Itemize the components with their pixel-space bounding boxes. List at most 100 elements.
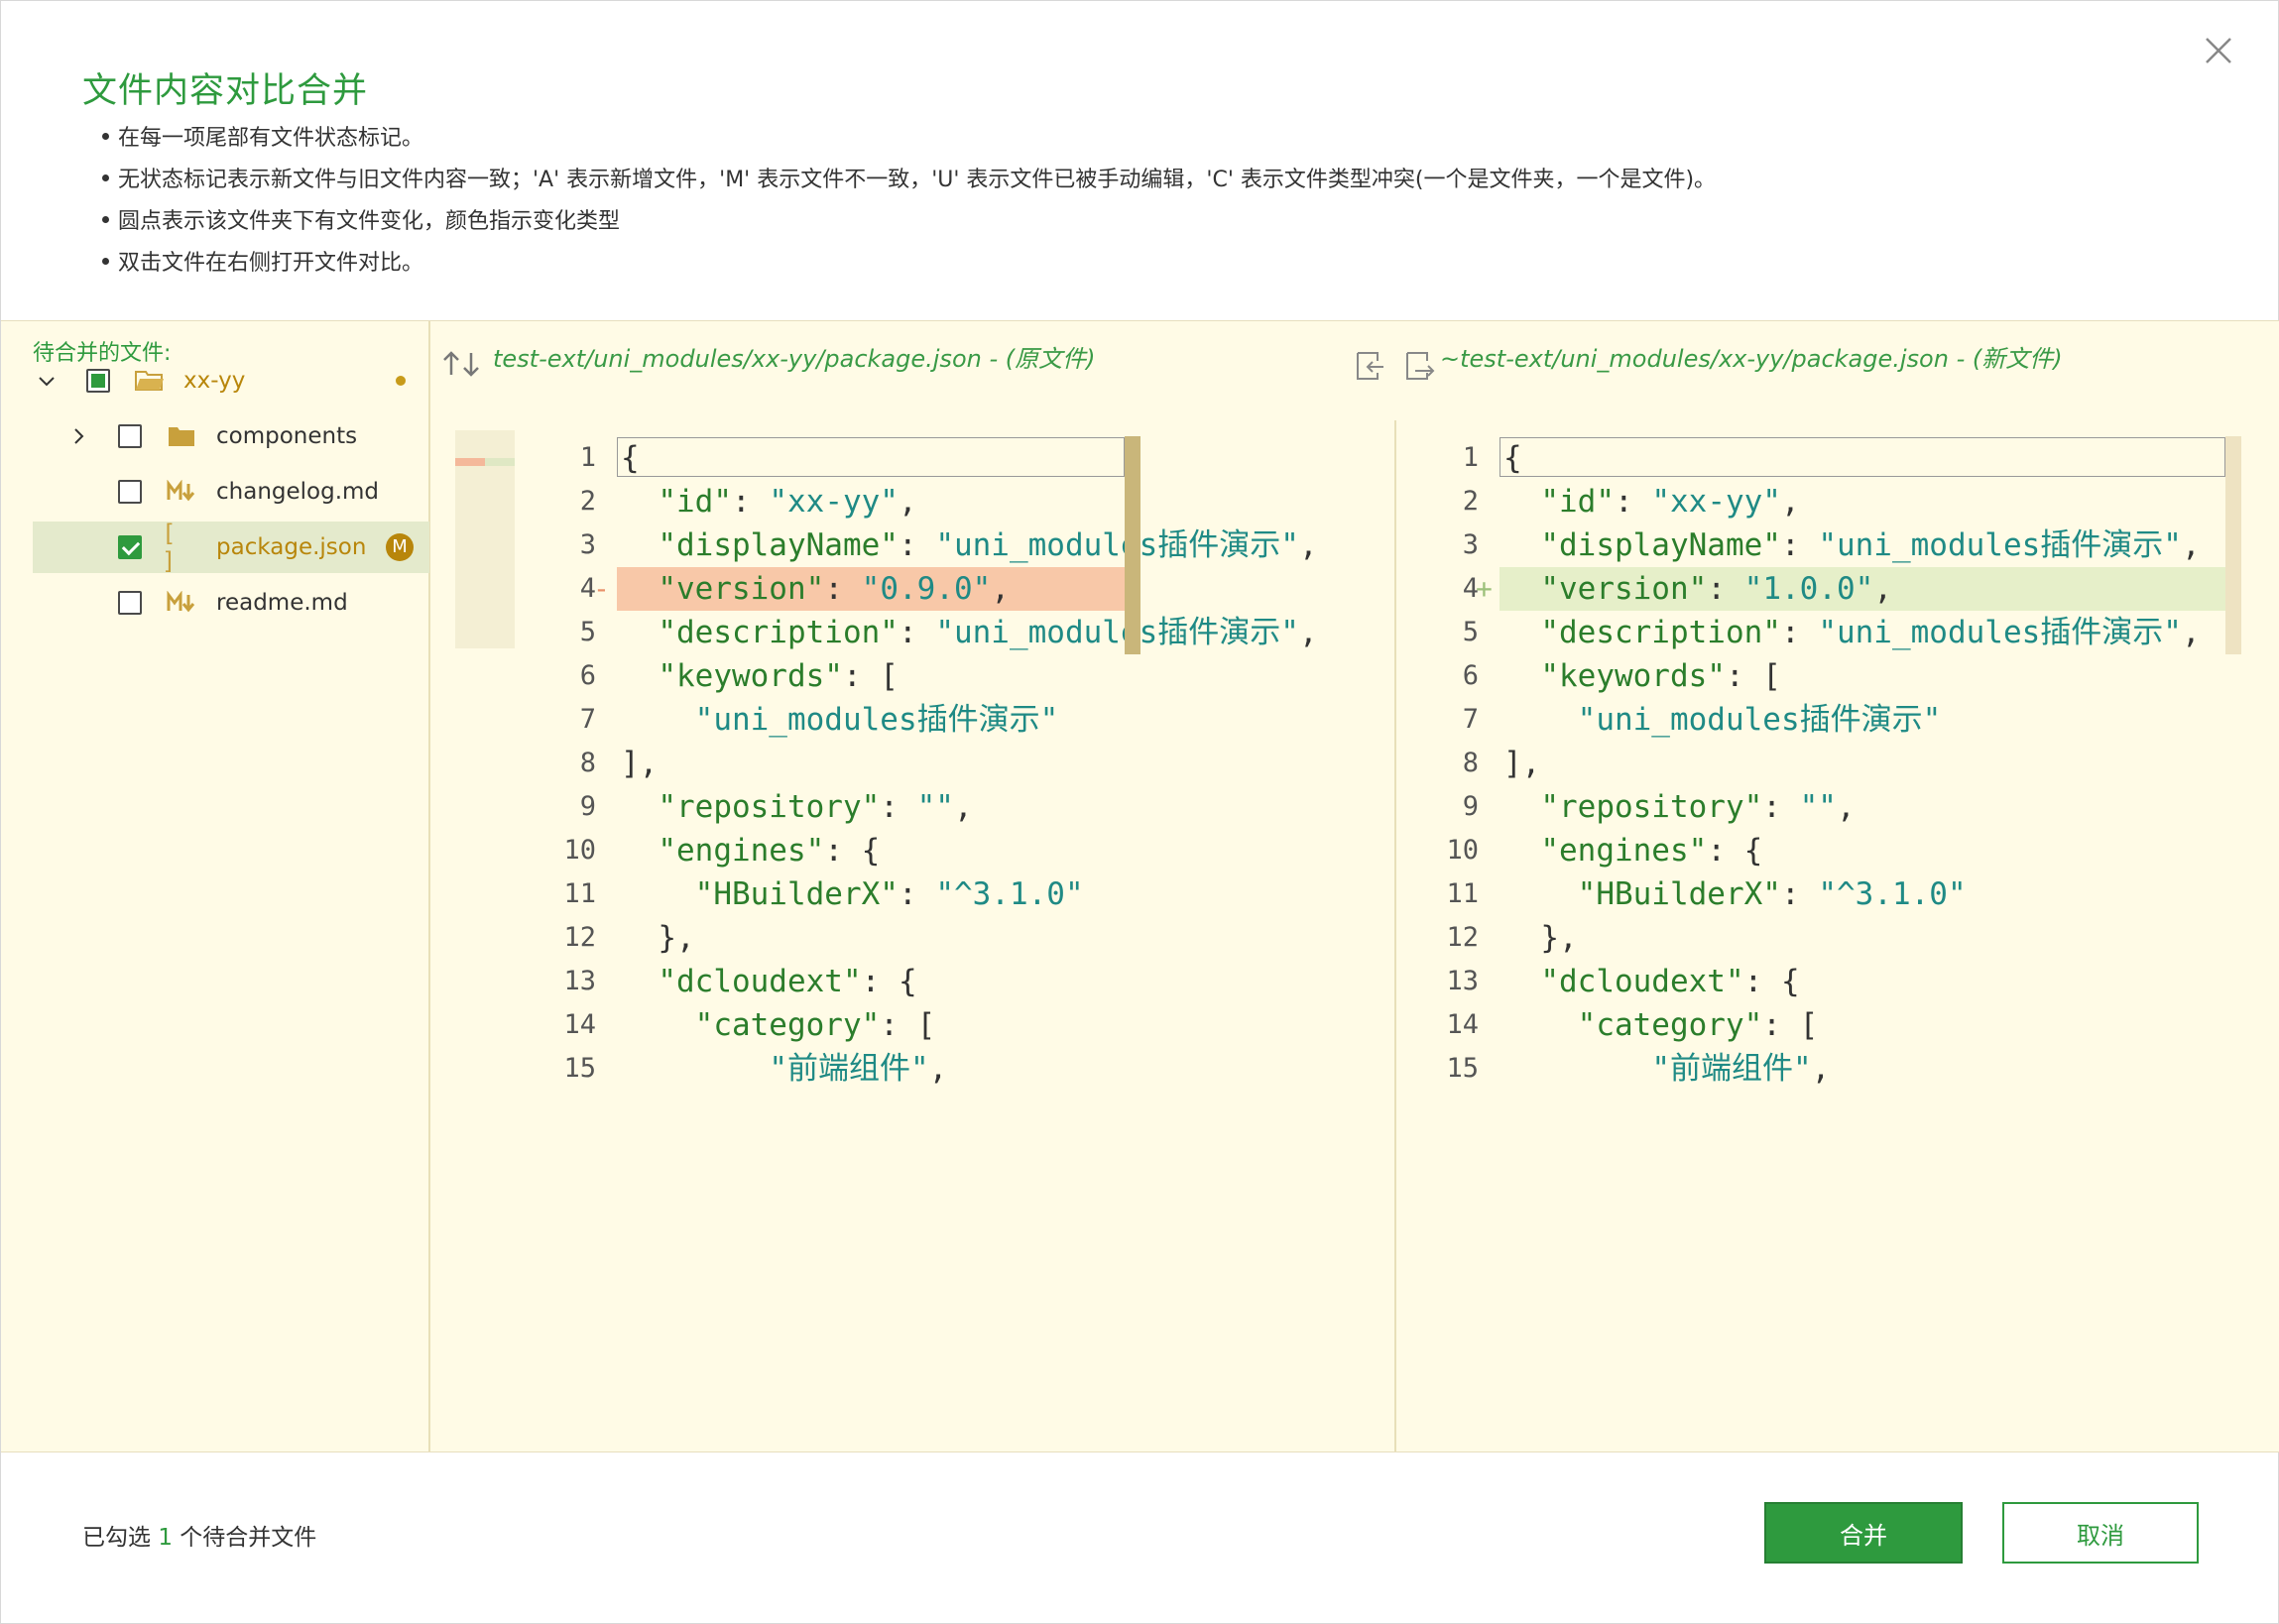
line-number: 13 bbox=[1446, 966, 1479, 996]
close-icon[interactable] bbox=[2199, 31, 2238, 70]
code-line: "repository": "", bbox=[1540, 789, 1856, 825]
left-current-line-box bbox=[617, 437, 1125, 477]
code-line: "uni_modules插件演示" bbox=[1577, 702, 1942, 738]
code-line: "前端组件", bbox=[1651, 1051, 1831, 1085]
line-number: 8 bbox=[1462, 748, 1479, 778]
right-current-line-box bbox=[1499, 437, 2225, 477]
code-line: }, bbox=[1503, 920, 1578, 956]
status-prefix: 已勾选 bbox=[82, 1525, 151, 1551]
help-notes: 在每一项尾部有文件状态标记。 无状态标记表示新文件与旧文件内容一致；'A' 表示… bbox=[100, 118, 1716, 285]
right-scrollbar-thumb[interactable] bbox=[2225, 436, 2241, 654]
folder-open-icon bbox=[134, 367, 166, 395]
json-icon: [ ] bbox=[162, 520, 177, 575]
pane-divider[interactable] bbox=[1394, 420, 1396, 1451]
code-line: "HBuilderX": "^3.1.0" bbox=[1577, 876, 1967, 912]
markdown-icon bbox=[166, 478, 197, 506]
tree-item-label: changelog.md bbox=[216, 479, 380, 505]
folder-icon bbox=[166, 422, 197, 450]
line-number: 11 bbox=[563, 878, 596, 909]
line-number: 1 bbox=[1462, 442, 1479, 473]
line-number: 9 bbox=[1462, 791, 1479, 822]
tree-item-changelog[interactable]: changelog.md bbox=[33, 466, 429, 518]
code-line: "displayName": "uni_modules插件演示", bbox=[1540, 527, 2201, 563]
merge-panel: 待合并的文件: xx-yy components changelog.md [… bbox=[1, 320, 2279, 1452]
tree-item-label: xx-yy bbox=[183, 368, 246, 394]
code-line: "version": "1.0.0", bbox=[1540, 571, 1892, 607]
line-number: 7 bbox=[579, 704, 596, 735]
merge-button[interactable]: 合并 bbox=[1764, 1502, 1963, 1564]
tree-checkbox[interactable] bbox=[86, 369, 110, 393]
sort-icon[interactable] bbox=[441, 349, 483, 383]
tree-item-components[interactable]: components bbox=[33, 410, 429, 462]
right-file-title: ~test-ext/uni_modules/xx-yy/package.json… bbox=[1440, 345, 2063, 373]
code-line: "category": [ bbox=[1577, 1007, 1819, 1043]
cancel-button[interactable]: 取消 bbox=[2002, 1502, 2199, 1564]
line-number: 13 bbox=[563, 966, 596, 996]
code-line: "dcloudext": { bbox=[1540, 964, 1800, 999]
tree-checkbox[interactable] bbox=[118, 535, 142, 559]
line-number: 6 bbox=[579, 660, 596, 691]
help-note: 在每一项尾部有文件状态标记。 bbox=[100, 118, 1716, 160]
code-line: "engines": { bbox=[658, 833, 881, 869]
line-number: 9 bbox=[579, 791, 596, 822]
selection-status: 已勾选 1 个待合并文件 bbox=[82, 1518, 316, 1552]
code-line: "前端组件", bbox=[769, 1051, 948, 1085]
line-number: 1 bbox=[579, 442, 596, 473]
code-line: ], bbox=[1503, 746, 1541, 781]
tree-checkbox[interactable] bbox=[118, 480, 142, 504]
tree-checkbox[interactable] bbox=[118, 424, 142, 448]
left-file-title: test-ext/uni_modules/xx-yy/package.json … bbox=[493, 345, 1096, 373]
line-number: 7 bbox=[1462, 704, 1479, 735]
tree-item-package-json[interactable]: [ ] package.json M bbox=[33, 520, 429, 575]
chevron-down-icon[interactable] bbox=[37, 371, 57, 391]
tree-item-label: package.json bbox=[216, 534, 367, 560]
code-line: "version": "0.9.0", bbox=[658, 571, 1010, 607]
code-line: "uni_modules插件演示" bbox=[694, 702, 1059, 738]
line-number: 15 bbox=[563, 1053, 596, 1084]
line-number: 14 bbox=[1446, 1009, 1479, 1040]
line-number: 6 bbox=[1462, 660, 1479, 691]
copy-to-right-icon[interactable] bbox=[1403, 349, 1437, 387]
code-line: "id": "xx-yy", bbox=[658, 484, 917, 520]
tree-item-xx-yy[interactable]: xx-yy bbox=[33, 355, 429, 406]
line-number: 5 bbox=[579, 617, 596, 647]
diff-overview-ruler[interactable] bbox=[455, 430, 515, 648]
line-number: 12 bbox=[563, 922, 596, 953]
tree-item-label: components bbox=[216, 423, 358, 449]
tree-item-label: readme.md bbox=[216, 590, 348, 616]
selected-count: 1 bbox=[158, 1525, 173, 1551]
chevron-right-icon[interactable] bbox=[68, 426, 88, 446]
help-note: 双击文件在右侧打开文件对比。 bbox=[100, 243, 1716, 285]
line-number: 4 bbox=[579, 573, 596, 604]
code-line: "id": "xx-yy", bbox=[1540, 484, 1800, 520]
code-line: "dcloudext": { bbox=[658, 964, 917, 999]
line-number: 2 bbox=[1462, 486, 1479, 517]
line-number: 3 bbox=[1462, 529, 1479, 560]
copy-to-left-icon[interactable] bbox=[1354, 349, 1387, 387]
code-line: "displayName": "uni_modules插件演示", bbox=[658, 527, 1318, 563]
status-suffix: 个待合并文件 bbox=[180, 1525, 317, 1551]
line-number: 10 bbox=[1446, 835, 1479, 866]
left-editor[interactable]: 1234567891011121314151617181920212223 { … bbox=[537, 430, 1375, 1085]
line-number: 12 bbox=[1446, 922, 1479, 953]
code-line: "HBuilderX": "^3.1.0" bbox=[694, 876, 1084, 912]
tree-checkbox[interactable] bbox=[118, 591, 142, 615]
code-line: "keywords": [ bbox=[658, 658, 899, 694]
merge-dialog: 文件内容对比合并 在每一项尾部有文件状态标记。 无状态标记表示新文件与旧文件内容… bbox=[0, 0, 2279, 1624]
help-note: 圆点表示该文件夹下有文件变化，颜色指示变化类型 bbox=[100, 201, 1716, 243]
line-number: 14 bbox=[563, 1009, 596, 1040]
code-line: "keywords": [ bbox=[1540, 658, 1781, 694]
code-line: "description": "uni_modules插件演示", bbox=[1540, 615, 2201, 650]
line-number: 15 bbox=[1446, 1053, 1479, 1084]
code-line: "description": "uni_modules插件演示", bbox=[658, 615, 1318, 650]
modified-badge: M bbox=[386, 533, 414, 561]
tree-item-readme[interactable]: readme.md bbox=[33, 577, 429, 629]
right-editor[interactable]: 1234567891011121314151617181920212223 { … bbox=[1419, 430, 2252, 1085]
file-tree-panel: 待合并的文件: xx-yy components changelog.md [… bbox=[1, 321, 430, 1451]
left-scrollbar-thumb[interactable] bbox=[1125, 436, 1140, 654]
code-line: "repository": "", bbox=[658, 789, 973, 825]
line-number: 4 bbox=[1462, 573, 1479, 604]
right-diff-marker: + bbox=[1476, 572, 1493, 605]
markdown-icon bbox=[166, 589, 197, 617]
line-number: 10 bbox=[563, 835, 596, 866]
